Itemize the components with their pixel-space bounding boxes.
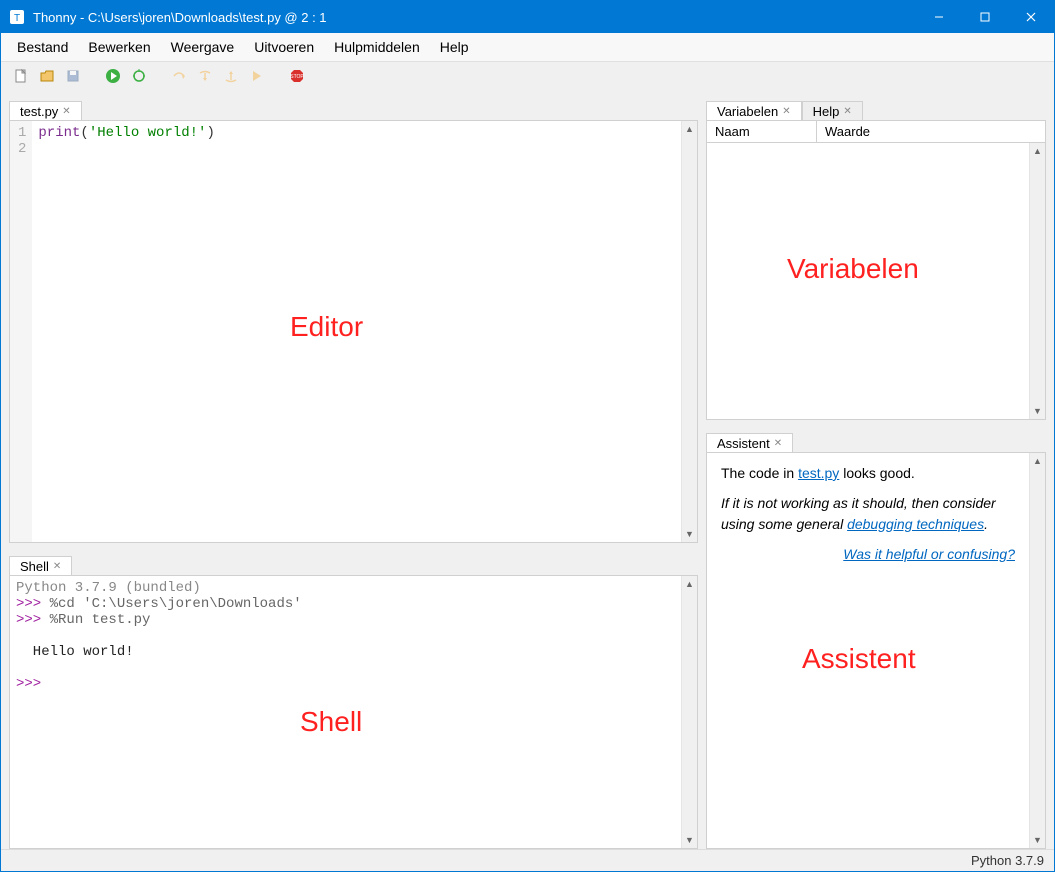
close-icon[interactable]: ✕: [774, 438, 782, 449]
menubar: Bestand Bewerken Weergave Uitvoeren Hulp…: [1, 33, 1054, 62]
line-number: 2: [18, 141, 26, 157]
code-area[interactable]: print('Hello world!'): [32, 121, 681, 542]
shell-run: %Run test.py: [50, 612, 151, 628]
assistant-file-link[interactable]: test.py: [798, 465, 839, 481]
code-paren: (: [80, 125, 88, 141]
shell-prompt: >>>: [16, 676, 50, 692]
tab-help[interactable]: Help ✕: [802, 101, 863, 121]
assistant-para1: The code in test.py looks good.: [721, 463, 1015, 483]
close-icon[interactable]: ✕: [782, 106, 790, 117]
shell-cd: %cd 'C:\Users\joren\Downloads': [50, 596, 302, 612]
save-file-icon[interactable]: [63, 66, 83, 86]
step-over-icon[interactable]: [169, 66, 189, 86]
line-gutter: 1 2: [10, 121, 32, 542]
scroll-up-icon[interactable]: ▲: [682, 121, 697, 137]
menu-weergave[interactable]: Weergave: [161, 35, 245, 59]
menu-bestand[interactable]: Bestand: [7, 35, 78, 59]
assistant-scrollbar[interactable]: ▲ ▼: [1029, 453, 1045, 848]
tab-label: Variabelen: [717, 104, 778, 119]
scroll-down-icon[interactable]: ▼: [682, 526, 697, 542]
menu-bewerken[interactable]: Bewerken: [78, 35, 160, 59]
scroll-down-icon[interactable]: ▼: [1030, 832, 1045, 848]
tab-label: test.py: [20, 104, 58, 119]
step-into-icon[interactable]: [195, 66, 215, 86]
scroll-down-icon[interactable]: ▼: [1030, 403, 1045, 419]
minimize-button[interactable]: [916, 1, 962, 33]
window-title: Thonny - C:\Users\joren\Downloads\test.p…: [33, 10, 916, 25]
tab-assistent[interactable]: Assistent ✕: [706, 433, 793, 453]
maximize-button[interactable]: [962, 1, 1008, 33]
close-button[interactable]: [1008, 1, 1054, 33]
tab-label: Shell: [20, 559, 49, 574]
assistant-feedback: Was it helpful or confusing?: [721, 544, 1015, 564]
window-titlebar: T Thonny - C:\Users\joren\Downloads\test…: [1, 1, 1054, 33]
status-python-version[interactable]: Python 3.7.9: [971, 853, 1044, 868]
close-icon[interactable]: ✕: [53, 561, 61, 572]
tab-variabelen[interactable]: Variabelen ✕: [706, 101, 802, 121]
app-icon: T: [9, 9, 25, 25]
shell-area[interactable]: Python 3.7.9 (bundled) >>> %cd 'C:\Users…: [10, 576, 681, 848]
col-waarde[interactable]: Waarde: [817, 121, 1045, 142]
svg-text:STOP: STOP: [290, 74, 304, 80]
debugging-link[interactable]: debugging techniques: [847, 516, 984, 532]
resume-icon[interactable]: [247, 66, 267, 86]
menu-hulpmiddelen[interactable]: Hulpmiddelen: [324, 35, 430, 59]
tab-label: Help: [813, 104, 840, 119]
shell-prompt: >>>: [16, 596, 50, 612]
stop-icon[interactable]: STOP: [287, 66, 307, 86]
menu-help[interactable]: Help: [430, 35, 479, 59]
new-file-icon[interactable]: [11, 66, 31, 86]
variables-header: Naam Waarde: [707, 121, 1045, 143]
debug-icon[interactable]: [129, 66, 149, 86]
text: .: [984, 516, 988, 532]
menu-uitvoeren[interactable]: Uitvoeren: [244, 35, 324, 59]
assistant-body: The code in test.py looks good. If it is…: [707, 453, 1029, 848]
run-icon[interactable]: [103, 66, 123, 86]
scroll-down-icon[interactable]: ▼: [682, 832, 697, 848]
code-paren: ): [206, 125, 214, 141]
open-file-icon[interactable]: [37, 66, 57, 86]
shell-scrollbar[interactable]: ▲ ▼: [681, 576, 697, 848]
shell-prompt: >>>: [16, 612, 50, 628]
assistant-para2: If it is not working as it should, then …: [721, 493, 1015, 534]
editor-scrollbar[interactable]: ▲ ▼: [681, 121, 697, 542]
variables-body: [707, 143, 1029, 419]
tab-editor-file[interactable]: test.py ✕: [9, 101, 82, 121]
scroll-up-icon[interactable]: ▲: [1030, 143, 1045, 159]
scroll-up-icon[interactable]: ▲: [682, 576, 697, 592]
close-icon[interactable]: ✕: [62, 106, 70, 117]
code-string: 'Hello world!': [89, 125, 207, 141]
tab-label: Assistent: [717, 436, 770, 451]
code-function: print: [38, 125, 80, 141]
feedback-link[interactable]: Was it helpful or confusing?: [843, 546, 1015, 562]
scroll-up-icon[interactable]: ▲: [1030, 453, 1045, 469]
shell-output: Hello world!: [16, 644, 134, 660]
step-out-icon[interactable]: [221, 66, 241, 86]
svg-text:T: T: [14, 13, 20, 24]
statusbar: Python 3.7.9: [1, 849, 1054, 871]
tab-shell[interactable]: Shell ✕: [9, 556, 72, 576]
shell-version: Python 3.7.9 (bundled): [16, 580, 201, 596]
line-number: 1: [18, 125, 26, 141]
code-editor[interactable]: 1 2 print('Hello world!'): [10, 121, 681, 542]
variables-scrollbar[interactable]: ▲ ▼: [1029, 143, 1045, 419]
col-naam[interactable]: Naam: [707, 121, 817, 142]
close-icon[interactable]: ✕: [843, 106, 851, 117]
text: looks good.: [839, 465, 915, 481]
text: The code in: [721, 465, 798, 481]
toolbar: STOP: [1, 62, 1054, 90]
